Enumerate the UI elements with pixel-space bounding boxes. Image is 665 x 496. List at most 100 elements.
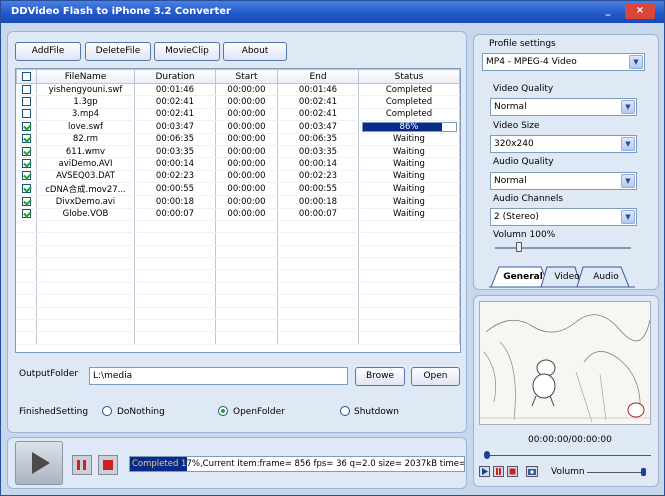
select-all-header[interactable] (16, 69, 37, 84)
preview-seek-bar[interactable] (485, 455, 651, 456)
preview-stop-button[interactable] (507, 466, 518, 477)
pause-convert-button[interactable] (72, 455, 92, 475)
file-table[interactable]: FileName Duration Start End Status yishe… (15, 68, 461, 353)
file-name: 82.rm (36, 133, 135, 146)
column-header[interactable]: Duration (134, 69, 216, 84)
chevron-down-icon[interactable]: ▼ (621, 210, 635, 224)
row-checkbox[interactable] (21, 97, 31, 107)
status-text: Waiting (393, 184, 425, 195)
select-all-checkbox[interactable] (22, 71, 31, 81)
status-cell: Completed (358, 95, 460, 109)
row-checkbox-cell[interactable] (16, 195, 37, 209)
preview-play-button[interactable] (479, 466, 490, 477)
row-checkbox[interactable] (21, 196, 31, 206)
profile-settings-label: Profile settings (489, 39, 556, 49)
output-folder-input[interactable]: L:\media (89, 367, 348, 385)
row-checkbox-cell[interactable] (16, 157, 37, 171)
video-size-select[interactable]: 320x240 ▼ (490, 135, 637, 153)
table-row[interactable]: love.swf 00:03:47 00:00:00 00:03:47 86% (16, 120, 460, 134)
movie-clip-button[interactable]: MovieClip (154, 42, 220, 61)
status-cell: Waiting (358, 195, 460, 209)
item-progress-bar: 86% (361, 121, 457, 132)
shutdown-radio[interactable] (340, 406, 350, 416)
tab-audio[interactable]: Audio (585, 267, 627, 287)
row-checkbox[interactable] (21, 184, 31, 194)
table-row[interactable]: yishengyouni.swf 00:01:46 00:00:00 00:01:46… (16, 83, 460, 97)
column-header[interactable]: FileName (36, 69, 135, 84)
row-checkbox-cell[interactable] (16, 133, 37, 146)
row-checkbox-cell[interactable] (16, 120, 37, 134)
row-checkbox[interactable] (21, 109, 31, 119)
duration: 00:06:35 (134, 133, 216, 146)
open-button[interactable]: Open (411, 367, 460, 386)
start-time: 00:00:00 (215, 195, 278, 209)
file-name: DivxDemo.avi (36, 195, 135, 209)
preview-volume-slider[interactable] (587, 472, 645, 473)
preview-volume-thumb[interactable] (641, 468, 646, 476)
add-file-button[interactable]: AddFile (15, 42, 81, 61)
do-nothing-radio[interactable] (102, 406, 112, 416)
table-row[interactable]: cDNA合成.mov27... 00:00:55 00:00:00 00:00:55 W… (16, 182, 460, 197)
file-name: AVSEQ03.DAT (36, 170, 135, 184)
table-row[interactable]: AVSEQ03.DAT 00:02:23 00:00:00 00:02:23 Waiti… (16, 170, 460, 184)
convert-play-button[interactable] (15, 441, 63, 485)
audio-quality-select[interactable]: Normal ▼ (490, 172, 637, 190)
status-text: Completed (385, 84, 433, 95)
chevron-down-icon[interactable]: ▼ (621, 137, 635, 151)
tab-video[interactable]: Video (547, 267, 587, 287)
row-checkbox[interactable] (21, 171, 31, 181)
row-checkbox-cell[interactable] (16, 95, 37, 109)
row-checkbox[interactable] (21, 121, 31, 131)
table-row[interactable]: 611.wmv 00:03:35 00:00:00 00:03:35 Waiting (16, 145, 460, 159)
close-button[interactable]: × (625, 4, 655, 19)
column-header[interactable]: End (277, 69, 359, 84)
column-header[interactable]: Start (215, 69, 278, 84)
open-folder-label: OpenFolder (233, 407, 285, 417)
table-row[interactable]: 3.mp4 00:02:41 00:00:00 00:02:41 Completed (16, 108, 460, 122)
row-checkbox[interactable] (21, 134, 31, 144)
row-checkbox[interactable] (21, 209, 31, 219)
row-checkbox-cell[interactable] (16, 170, 37, 184)
minimize-button[interactable]: _ (599, 4, 617, 19)
chevron-down-icon[interactable]: ▼ (629, 55, 643, 69)
row-checkbox-cell[interactable] (16, 182, 37, 197)
about-button[interactable]: About (223, 42, 287, 61)
row-checkbox-cell[interactable] (16, 108, 37, 122)
delete-file-button[interactable]: DeleteFile (85, 42, 151, 61)
volume-slider-thumb[interactable] (516, 242, 522, 252)
status-cell: Completed (358, 83, 460, 97)
start-time: 00:00:00 (215, 108, 278, 122)
title-bar[interactable]: DDVideo Flash to iPhone 3.2 Converter _ … (1, 1, 664, 23)
browse-button[interactable]: Browe (355, 367, 405, 386)
profile-select[interactable]: MP4 - MPEG-4 Video ▼ (482, 53, 645, 71)
chevron-down-icon[interactable]: ▼ (621, 100, 635, 114)
row-checkbox[interactable] (21, 159, 31, 169)
video-quality-select[interactable]: Normal ▼ (490, 98, 637, 116)
table-row[interactable]: 1.3gp 00:02:41 00:00:00 00:02:41 Completed (16, 95, 460, 109)
row-checkbox[interactable] (21, 84, 31, 94)
row-checkbox-cell[interactable] (16, 145, 37, 159)
duration: 00:00:07 (134, 208, 216, 221)
column-header[interactable]: Status (358, 69, 460, 84)
status-cell: Waiting (358, 182, 460, 197)
stop-convert-button[interactable] (98, 455, 118, 475)
preview-pause-button[interactable] (493, 466, 504, 477)
tab-general[interactable]: General (495, 267, 551, 287)
preview-seek-thumb[interactable] (484, 451, 490, 459)
open-folder-radio[interactable] (218, 406, 228, 416)
audio-channels-select[interactable]: 2 (Stereo) ▼ (490, 208, 637, 226)
table-row[interactable]: 82.rm 00:06:35 00:00:00 00:06:35 Waiting (16, 133, 460, 146)
file-name: love.swf (36, 120, 135, 134)
row-checkbox-cell[interactable] (16, 208, 37, 221)
snapshot-button[interactable] (526, 466, 538, 477)
chevron-down-icon[interactable]: ▼ (621, 174, 635, 188)
row-checkbox-cell[interactable] (16, 83, 37, 97)
empty-row (16, 220, 460, 234)
end-time: 00:00:18 (277, 195, 359, 209)
preview-frame-image (480, 314, 650, 423)
duration: 00:03:47 (134, 120, 216, 134)
table-row[interactable]: Globe.VOB 00:00:07 00:00:00 00:00:07 Waiting (16, 208, 460, 221)
row-checkbox[interactable] (21, 146, 31, 156)
table-row[interactable]: DivxDemo.avi 00:00:18 00:00:00 00:00:18 Wait… (16, 195, 460, 209)
table-row[interactable]: aviDemo.AVI 00:00:14 00:00:00 00:00:14 Waiti… (16, 157, 460, 171)
